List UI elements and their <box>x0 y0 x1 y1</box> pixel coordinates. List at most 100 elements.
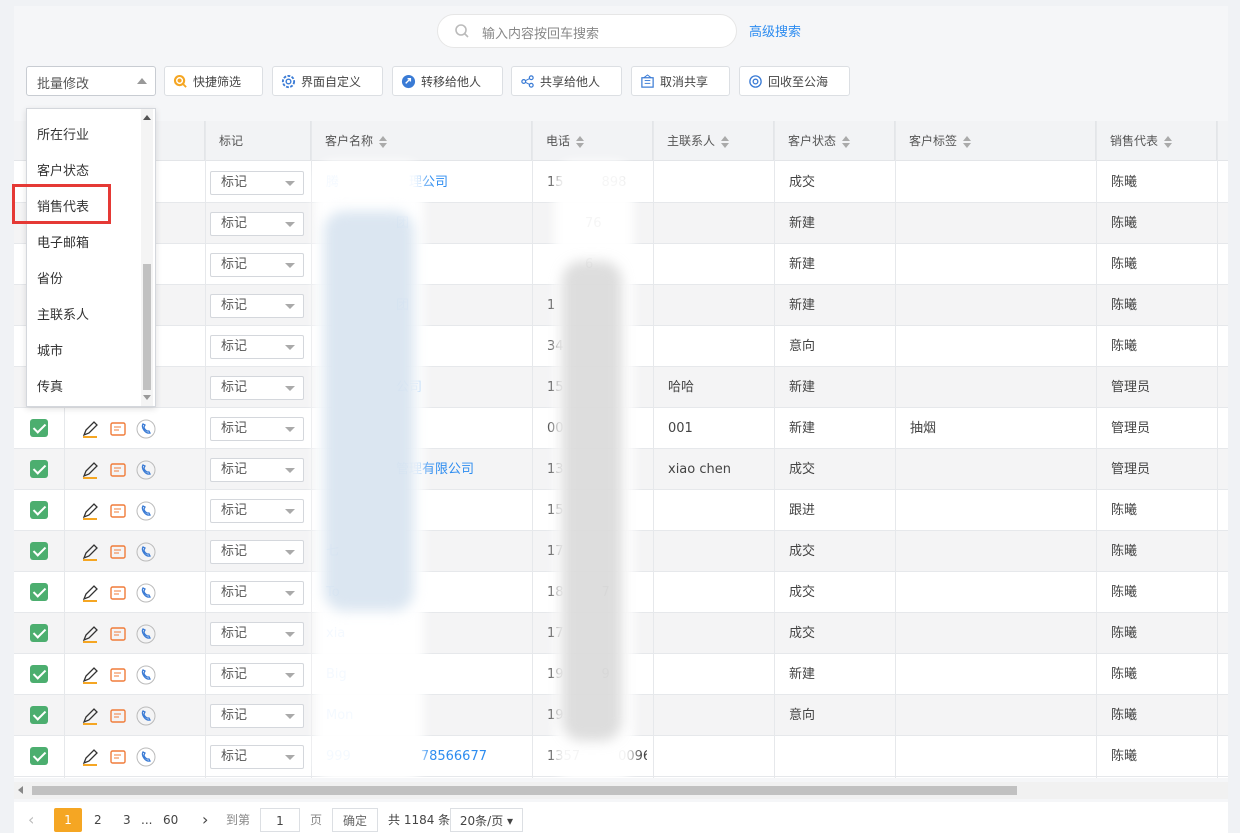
dropdown-item[interactable]: 主联系人 <box>37 304 89 323</box>
row-checkbox[interactable] <box>30 624 48 642</box>
header-customer-tag[interactable]: 客户标签 <box>895 121 1096 161</box>
mark-select[interactable]: 标记 <box>210 253 304 277</box>
mark-select[interactable]: 标记 <box>210 540 304 564</box>
page-60[interactable]: 60 <box>163 808 178 832</box>
page-3[interactable]: 3 <box>123 808 131 832</box>
phone-icon[interactable] <box>136 501 156 521</box>
share-button[interactable]: 共享给他人 <box>511 66 622 96</box>
phone-icon[interactable] <box>136 665 156 685</box>
mark-select[interactable]: 标记 <box>210 745 304 769</box>
quick-filter-button[interactable]: 快捷筛选 <box>164 66 263 96</box>
row-checkbox[interactable] <box>30 419 48 437</box>
edit-note-icon[interactable] <box>108 706 128 726</box>
row-checkbox[interactable] <box>30 706 48 724</box>
phone-icon[interactable] <box>136 542 156 562</box>
header-mark: 标记 <box>205 121 311 161</box>
header-phone[interactable]: 电话 <box>532 121 653 161</box>
sort-icon <box>842 135 851 148</box>
header-sales-rep[interactable]: 销售代表 <box>1096 121 1217 161</box>
search-box[interactable]: 输入内容按回车搜索 <box>437 14 737 48</box>
mark-select[interactable]: 标记 <box>210 335 304 359</box>
edit-note-icon[interactable] <box>108 501 128 521</box>
edit-note-icon[interactable] <box>108 747 128 767</box>
batch-modify-select[interactable]: 批量修改 <box>26 66 156 96</box>
status-cell: 新建 <box>789 421 816 436</box>
edit-note-icon[interactable] <box>108 419 128 439</box>
mark-select[interactable]: 标记 <box>210 171 304 195</box>
page-2[interactable]: 2 <box>94 808 102 832</box>
dropdown-item[interactable]: 电子邮箱 <box>37 232 89 251</box>
gear-icon <box>281 74 296 88</box>
mark-select[interactable]: 标记 <box>210 581 304 605</box>
building-icon <box>641 73 654 88</box>
prev-page-icon[interactable]: ‹ <box>28 808 34 832</box>
next-page-icon[interactable]: › <box>202 808 208 832</box>
scroll-down-icon <box>143 395 151 400</box>
header-main-contact[interactable]: 主联系人 <box>653 121 774 161</box>
phone-icon[interactable] <box>136 583 156 603</box>
phone-icon[interactable] <box>136 624 156 644</box>
dropdown-item[interactable]: 传真 <box>37 376 63 395</box>
pencil-icon[interactable] <box>80 460 100 480</box>
edit-note-icon[interactable] <box>108 665 128 685</box>
page-1[interactable]: 1 <box>54 808 82 832</box>
row-checkbox[interactable] <box>30 542 48 560</box>
edit-note-icon[interactable] <box>108 542 128 562</box>
page-size-select[interactable]: 20条/页 ▾ <box>450 808 523 832</box>
edit-note-icon[interactable] <box>108 624 128 644</box>
chevron-down-icon <box>285 673 295 678</box>
transfer-button[interactable]: 转移给他人 <box>392 66 503 96</box>
header-customer-name[interactable]: 客户名称 <box>311 121 532 161</box>
tag-cell <box>910 203 1090 244</box>
row-checkbox[interactable] <box>30 583 48 601</box>
customize-ui-button[interactable]: 界面自定义 <box>272 66 383 96</box>
pencil-icon[interactable] <box>80 419 100 439</box>
pencil-icon[interactable] <box>80 624 100 644</box>
row-checkbox[interactable] <box>30 747 48 765</box>
privacy-blur <box>562 261 622 741</box>
mark-select[interactable]: 标记 <box>210 417 304 441</box>
mark-select[interactable]: 标记 <box>210 704 304 728</box>
sort-icon <box>721 135 730 148</box>
pencil-icon[interactable] <box>80 542 100 562</box>
dropdown-item[interactable]: 省份 <box>37 268 63 287</box>
pencil-icon[interactable] <box>80 747 100 767</box>
row-checkbox[interactable] <box>30 501 48 519</box>
edit-note-icon[interactable] <box>108 460 128 480</box>
pencil-icon[interactable] <box>80 501 100 521</box>
horizontal-scrollbar[interactable] <box>14 782 1228 799</box>
mark-select[interactable]: 标记 <box>210 458 304 482</box>
privacy-blur <box>324 211 414 611</box>
mark-select[interactable]: 标记 <box>210 663 304 687</box>
mark-select[interactable]: 标记 <box>210 622 304 646</box>
status-cell: 新建 <box>789 257 816 272</box>
pencil-icon[interactable] <box>80 706 100 726</box>
header-customer-status[interactable]: 客户状态 <box>774 121 895 161</box>
cancel-share-button[interactable]: 取消共享 <box>631 66 730 96</box>
confirm-button[interactable]: 确定 <box>332 808 378 832</box>
phone-icon[interactable] <box>136 460 156 480</box>
dropdown-scrollbar[interactable] <box>141 109 153 406</box>
row-checkbox[interactable] <box>30 665 48 683</box>
advanced-search-link[interactable]: 高级搜索 <box>749 21 801 40</box>
dropdown-item[interactable]: 客户状态 <box>37 160 89 179</box>
mark-select[interactable]: 标记 <box>210 212 304 236</box>
recycle-to-pool-button[interactable]: 回收至公海 <box>739 66 850 96</box>
dropdown-item[interactable]: 城市 <box>37 340 63 359</box>
pencil-icon[interactable] <box>80 665 100 685</box>
phone-icon[interactable] <box>136 747 156 767</box>
edit-note-icon[interactable] <box>108 583 128 603</box>
status-cell: 新建 <box>789 216 816 231</box>
sales-rep-cell: 陈曦 <box>1111 626 1138 641</box>
transfer-icon <box>401 74 416 88</box>
goto-page-input[interactable]: 1 <box>260 808 300 832</box>
dropdown-item[interactable]: 所在行业 <box>37 124 89 143</box>
mark-select[interactable]: 标记 <box>210 294 304 318</box>
search-input[interactable]: 输入内容按回车搜索 <box>482 23 599 42</box>
phone-icon[interactable] <box>136 706 156 726</box>
row-checkbox[interactable] <box>30 460 48 478</box>
pencil-icon[interactable] <box>80 583 100 603</box>
mark-select[interactable]: 标记 <box>210 376 304 400</box>
mark-select[interactable]: 标记 <box>210 499 304 523</box>
phone-icon[interactable] <box>136 419 156 439</box>
